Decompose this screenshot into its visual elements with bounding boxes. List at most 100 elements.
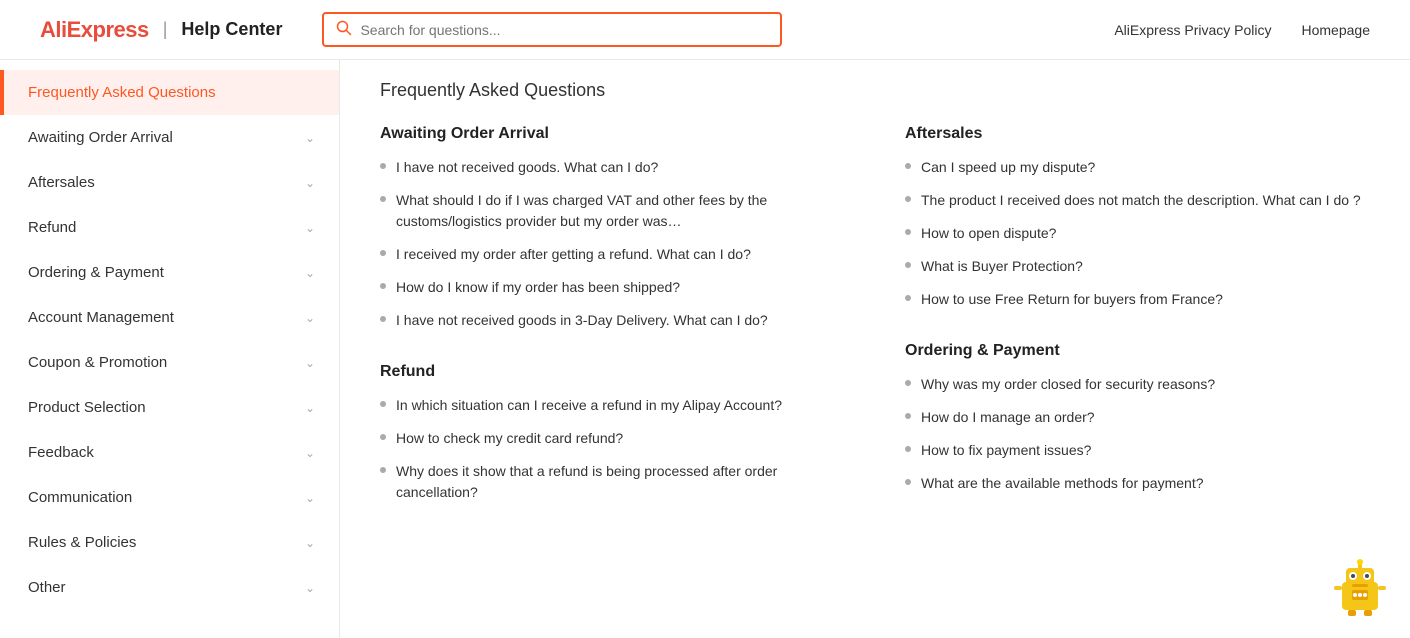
sidebar-item-label: Account Management — [28, 309, 174, 326]
faq-item[interactable]: I have not received goods in 3-Day Deliv… — [380, 310, 845, 331]
sidebar-item-rules[interactable]: Rules & Policies ⌄ — [0, 520, 339, 565]
faq-link[interactable]: How to check my credit card refund? — [396, 428, 623, 449]
faq-bullet — [905, 446, 911, 452]
faq-section-refund: Refund In which situation can I receive … — [380, 363, 845, 503]
chat-robot-button[interactable] — [1330, 558, 1390, 618]
sidebar-item-label: Refund — [28, 219, 76, 236]
sidebar-item-label: Communication — [28, 489, 132, 506]
sidebar-item-label: Ordering & Payment — [28, 264, 164, 281]
faq-link[interactable]: I received my order after getting a refu… — [396, 244, 751, 265]
faq-item[interactable]: How to fix payment issues? — [905, 440, 1370, 461]
sidebar-item-coupon[interactable]: Coupon & Promotion ⌄ — [0, 340, 339, 385]
sidebar-item-feedback[interactable]: Feedback ⌄ — [0, 430, 339, 475]
header-nav: AliExpress Privacy Policy Homepage — [1114, 22, 1370, 38]
faq-bullet — [380, 316, 386, 322]
faq-section-title-awaiting: Awaiting Order Arrival — [380, 125, 845, 143]
faq-item[interactable]: In which situation can I receive a refun… — [380, 395, 845, 416]
sidebar-item-communication[interactable]: Communication ⌄ — [0, 475, 339, 520]
sidebar-item-other[interactable]: Other ⌄ — [0, 565, 339, 610]
faq-link[interactable]: How to open dispute? — [921, 223, 1056, 244]
faq-bullet — [905, 163, 911, 169]
header: AliExpress | Help Center AliExpress Priv… — [0, 0, 1410, 60]
page-title: Frequently Asked Questions — [380, 80, 1370, 101]
faq-link[interactable]: What are the available methods for payme… — [921, 473, 1204, 494]
faq-item[interactable]: How to use Free Return for buyers from F… — [905, 289, 1370, 310]
faq-item[interactable]: How do I manage an order? — [905, 407, 1370, 428]
chevron-down-icon: ⌄ — [305, 581, 315, 595]
sidebar-item-faq[interactable]: Frequently Asked Questions — [0, 70, 339, 115]
faq-bullet — [380, 283, 386, 289]
faq-column-left: Awaiting Order Arrival I have not receiv… — [380, 125, 845, 535]
sidebar-item-label: Coupon & Promotion — [28, 354, 167, 371]
homepage-link[interactable]: Homepage — [1302, 22, 1371, 38]
faq-link[interactable]: I have not received goods. What can I do… — [396, 157, 658, 178]
sidebar: Frequently Asked Questions Awaiting Orde… — [0, 60, 340, 638]
main-content: Frequently Asked Questions Awaiting Orde… — [340, 60, 1410, 638]
faq-link[interactable]: Can I speed up my dispute? — [921, 157, 1095, 178]
sidebar-item-label: Other — [28, 579, 66, 596]
privacy-policy-link[interactable]: AliExpress Privacy Policy — [1114, 22, 1271, 38]
faq-item[interactable]: What are the available methods for payme… — [905, 473, 1370, 494]
sidebar-item-label: Feedback — [28, 444, 94, 461]
sidebar-item-product[interactable]: Product Selection ⌄ — [0, 385, 339, 430]
chevron-down-icon: ⌄ — [305, 536, 315, 550]
chevron-down-icon: ⌄ — [305, 266, 315, 280]
search-box — [322, 12, 782, 47]
faq-link[interactable]: In which situation can I receive a refun… — [396, 395, 782, 416]
faq-item[interactable]: How do I know if my order has been shipp… — [380, 277, 845, 298]
faq-link[interactable]: The product I received does not match th… — [921, 190, 1361, 211]
faq-link[interactable]: How to fix payment issues? — [921, 440, 1091, 461]
faq-item[interactable]: I have not received goods. What can I do… — [380, 157, 845, 178]
faq-bullet — [380, 196, 386, 202]
faq-bullet — [380, 434, 386, 440]
logo-helpcenter: Help Center — [181, 19, 282, 40]
faq-bullet — [905, 196, 911, 202]
faq-link[interactable]: How do I know if my order has been shipp… — [396, 277, 680, 298]
faq-item[interactable]: How to open dispute? — [905, 223, 1370, 244]
faq-bullet — [905, 295, 911, 301]
faq-bullet — [905, 262, 911, 268]
faq-bullet — [380, 467, 386, 473]
faq-link[interactable]: Why does it show that a refund is being … — [396, 461, 845, 503]
faq-bullet — [905, 413, 911, 419]
faq-item[interactable]: Can I speed up my dispute? — [905, 157, 1370, 178]
faq-section-aftersales: Aftersales Can I speed up my dispute? Th… — [905, 125, 1370, 310]
faq-section-ordering: Ordering & Payment Why was my order clos… — [905, 342, 1370, 494]
logo-area: AliExpress | Help Center — [40, 17, 282, 43]
faq-link[interactable]: I have not received goods in 3-Day Deliv… — [396, 310, 768, 331]
sidebar-item-label: Frequently Asked Questions — [28, 84, 216, 101]
faq-section-title-refund: Refund — [380, 363, 845, 381]
faq-section-awaiting: Awaiting Order Arrival I have not receiv… — [380, 125, 845, 331]
faq-item[interactable]: I received my order after getting a refu… — [380, 244, 845, 265]
search-input[interactable] — [360, 22, 768, 38]
faq-item[interactable]: How to check my credit card refund? — [380, 428, 845, 449]
sidebar-item-label: Rules & Policies — [28, 534, 136, 551]
sidebar-item-label: Product Selection — [28, 399, 146, 416]
faq-item[interactable]: What should I do if I was charged VAT an… — [380, 190, 845, 232]
faq-link[interactable]: Why was my order closed for security rea… — [921, 374, 1215, 395]
faq-item[interactable]: The product I received does not match th… — [905, 190, 1370, 211]
faq-link[interactable]: What is Buyer Protection? — [921, 256, 1083, 277]
sidebar-item-awaiting[interactable]: Awaiting Order Arrival ⌄ — [0, 115, 339, 160]
faq-bullet — [905, 380, 911, 386]
sidebar-item-aftersales[interactable]: Aftersales ⌄ — [0, 160, 339, 205]
logo-aliexpress[interactable]: AliExpress — [40, 17, 149, 43]
sidebar-item-refund[interactable]: Refund ⌄ — [0, 205, 339, 250]
faq-item[interactable]: What is Buyer Protection? — [905, 256, 1370, 277]
faq-grid: Awaiting Order Arrival I have not receiv… — [380, 125, 1370, 535]
faq-section-title-aftersales: Aftersales — [905, 125, 1370, 143]
faq-item[interactable]: Why does it show that a refund is being … — [380, 461, 845, 503]
faq-bullet — [380, 401, 386, 407]
search-container — [322, 12, 782, 47]
faq-bullet — [380, 163, 386, 169]
faq-bullet — [905, 479, 911, 485]
faq-link[interactable]: How do I manage an order? — [921, 407, 1095, 428]
chevron-down-icon: ⌄ — [305, 446, 315, 460]
faq-link[interactable]: What should I do if I was charged VAT an… — [396, 190, 845, 232]
sidebar-item-ordering[interactable]: Ordering & Payment ⌄ — [0, 250, 339, 295]
sidebar-item-label: Aftersales — [28, 174, 95, 191]
faq-item[interactable]: Why was my order closed for security rea… — [905, 374, 1370, 395]
sidebar-item-account[interactable]: Account Management ⌄ — [0, 295, 339, 340]
faq-link[interactable]: How to use Free Return for buyers from F… — [921, 289, 1223, 310]
chevron-down-icon: ⌄ — [305, 176, 315, 190]
